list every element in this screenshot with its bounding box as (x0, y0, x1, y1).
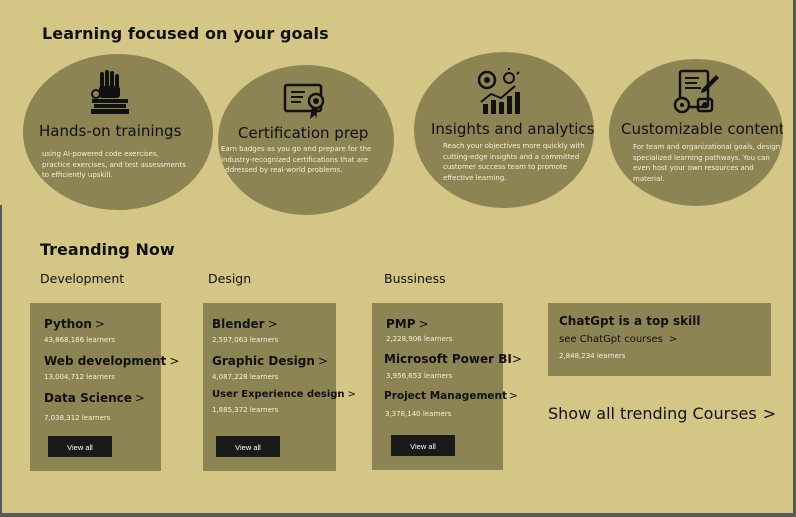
chevron-right-icon: > (267, 317, 278, 331)
chevron-right-icon: > (668, 334, 678, 345)
category-design: Design (208, 271, 252, 286)
course-link-python[interactable]: Python > (44, 317, 105, 331)
certificate-icon (282, 79, 330, 127)
feature-insights-analytics: Insights and analytics Reach your object… (414, 52, 594, 208)
learner-count: 2,228,906 learners (386, 335, 453, 343)
feature-description: For team and organizational goals, desig… (633, 143, 781, 183)
course-link-microsoft-power-bi[interactable]: Microsoft Power BI> (384, 352, 522, 366)
chevron-right-icon: > (317, 354, 328, 368)
learner-count: 3,956,653 learners (386, 372, 453, 380)
chatgpt-courses-link[interactable]: see ChatGpt courses > (559, 334, 677, 345)
customizable-content-icon (672, 67, 720, 115)
feature-title: Customizable content (621, 120, 783, 138)
trending-heading: Treanding Now (40, 240, 175, 259)
course-link-pmp[interactable]: PMP > (386, 317, 429, 331)
learner-count: 4,087,228 learners (212, 373, 279, 381)
feature-description: using AI-powered code exercises, practic… (42, 150, 186, 179)
view-all-button[interactable]: View all (48, 436, 112, 457)
chevron-right-icon: > (762, 404, 777, 423)
hands-on-training-icon (86, 68, 134, 116)
chatgpt-card: ChatGpt is a top skill see ChatGpt cours… (548, 303, 771, 376)
learner-count: 2,848,234 learners (559, 352, 626, 360)
learner-count: 13,004,712 learners (44, 373, 115, 381)
feature-customizable-content: Customizable content For team and organi… (609, 59, 783, 206)
view-all-button[interactable]: View all (216, 436, 280, 457)
trending-card-design: Blender > 2,597,063 learners Graphic Desi… (203, 303, 356, 471)
learner-count: 7,038,312 learners (44, 414, 111, 422)
category-business: Bussiness (384, 271, 446, 286)
chevron-right-icon: > (509, 390, 518, 402)
course-link-user-experience-design[interactable]: User Experience design > (212, 389, 356, 400)
course-link-web-development[interactable]: Web development > (44, 354, 179, 368)
course-link-data-science[interactable]: Data Science > (44, 391, 145, 405)
feature-title: Insights and analytics (431, 120, 594, 138)
section-heading: Learning focused on your goals (42, 24, 329, 43)
feature-hands-on-trainings: Hands-on trainings using AI-powered code… (23, 54, 213, 210)
frame-border-bottom (0, 513, 796, 517)
trending-card-business: PMP > 2,228,906 learners Microsoft Power … (372, 303, 522, 470)
feature-description: Reach your objectives more quickly with … (443, 142, 585, 182)
chevron-right-icon: > (169, 354, 180, 368)
trending-card-development: Python > 43,868,186 learners Web developm… (30, 303, 179, 471)
course-link-project-management[interactable]: Project Management > (384, 390, 518, 402)
learner-count: 1,885,372 learners (212, 406, 279, 414)
frame-border-left (0, 205, 2, 517)
analytics-icon (477, 68, 525, 116)
feature-description: Earn badges as you go and prepare for th… (221, 145, 372, 174)
chevron-right-icon: > (418, 317, 429, 331)
category-development: Development (40, 271, 125, 286)
course-link-graphic-design[interactable]: Graphic Design > (212, 354, 328, 368)
feature-certification-prep: Certification prep Earn badges as you go… (218, 65, 394, 215)
course-link-blender[interactable]: Blender > (212, 317, 278, 331)
feature-title: Hands-on trainings (39, 122, 182, 140)
feature-title: Certification prep (238, 124, 369, 142)
learner-count: 2,597,063 learners (212, 336, 279, 344)
chevron-right-icon: > (134, 391, 145, 405)
view-all-button[interactable]: View all (391, 435, 455, 456)
chatgpt-title: ChatGpt is a top skill (559, 314, 701, 328)
show-all-trending-link[interactable]: Show all trending Courses > (548, 404, 776, 423)
learner-count: 43,868,186 learners (44, 336, 115, 344)
chevron-right-icon: > (511, 352, 522, 366)
chevron-right-icon: > (347, 389, 356, 400)
chevron-right-icon: > (94, 317, 105, 331)
learner-count: 3,378,140 learners (385, 410, 452, 418)
